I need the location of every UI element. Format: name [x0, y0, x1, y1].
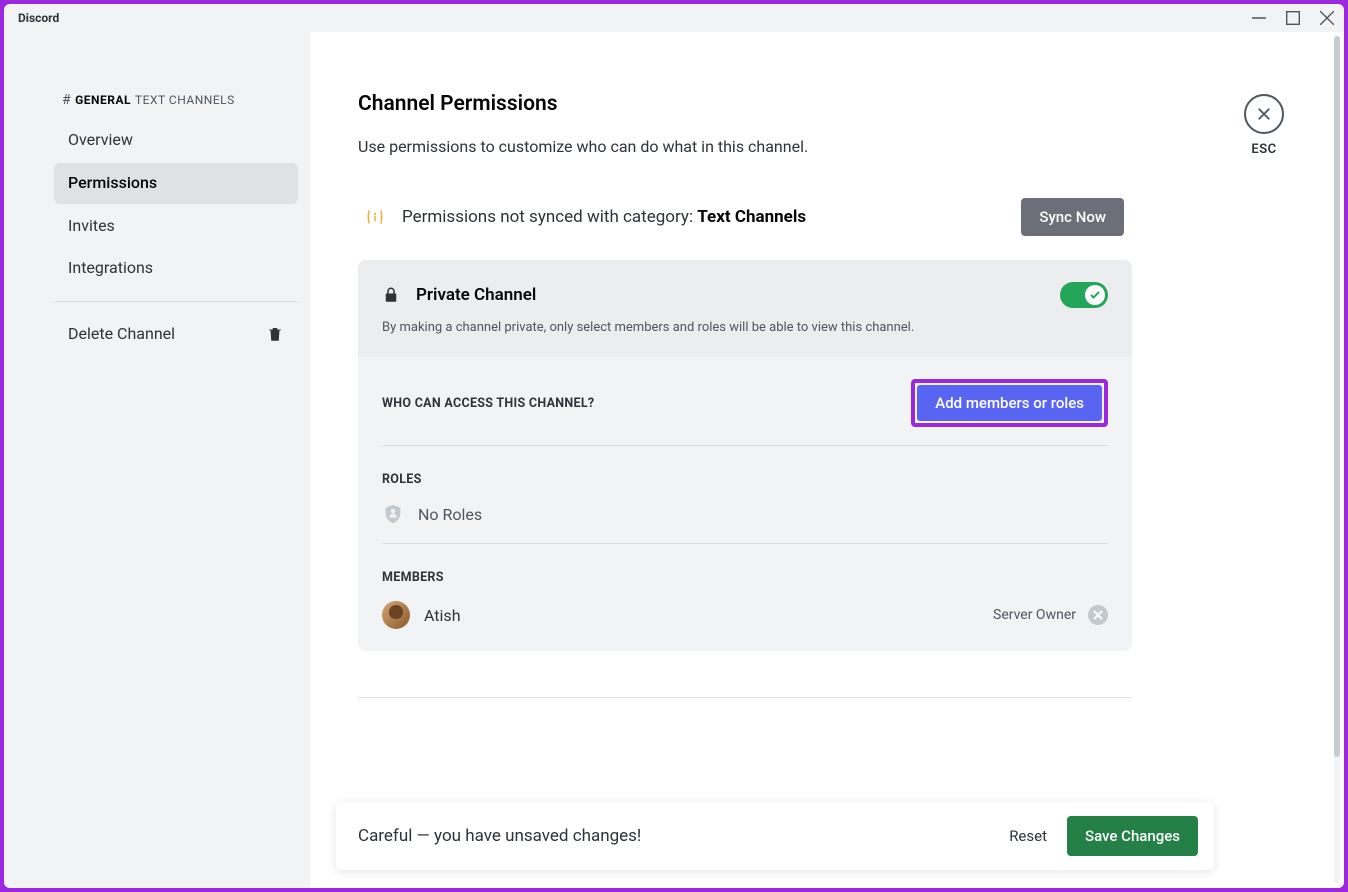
minimize-button[interactable] — [1250, 9, 1268, 27]
footer-divider — [358, 697, 1132, 698]
sidebar-item-overview[interactable]: Overview — [54, 120, 298, 161]
trash-icon — [266, 325, 284, 343]
member-row: Atish Server Owner — [382, 601, 1108, 629]
roles-heading: ROLES — [382, 472, 422, 487]
sync-prefix: Permissions not synced with category: — [402, 207, 697, 227]
content-inner: Channel Permissions Use permissions to c… — [310, 32, 1180, 698]
sidebar-item-invites[interactable]: Invites — [54, 206, 298, 247]
private-channel-title: Private Channel — [416, 285, 536, 305]
unsaved-changes-bar: Careful — you have unsaved changes! Rese… — [336, 802, 1214, 870]
titlebar: Discord — [4, 4, 1344, 32]
sidebar-header: # GENERAL TEXT CHANNELS — [54, 92, 298, 108]
sync-now-button[interactable]: Sync Now — [1021, 198, 1124, 236]
lock-icon — [382, 285, 400, 305]
divider — [382, 445, 1108, 446]
sidebar-item-permissions[interactable]: Permissions — [54, 163, 298, 204]
x-icon — [1093, 610, 1103, 620]
page-subtitle: Use permissions to customize who can do … — [358, 136, 1132, 158]
private-channel-description: By making a channel private, only select… — [382, 320, 1108, 337]
sidebar-item-integrations[interactable]: Integrations — [54, 248, 298, 289]
add-members-or-roles-button[interactable]: Add members or roles — [917, 385, 1102, 421]
page-title: Channel Permissions — [358, 92, 1132, 116]
private-channel-header: Private Channel By making a channel priv… — [358, 260, 1132, 357]
window-controls — [1250, 9, 1336, 27]
card-body: WHO CAN ACCESS THIS CHANNEL? Add members… — [358, 357, 1132, 651]
sync-row: Permissions not synced with category: Te… — [358, 198, 1132, 236]
remove-member-button[interactable] — [1088, 605, 1108, 625]
sidebar-channel-name: GENERAL — [75, 93, 131, 107]
check-icon — [1089, 289, 1101, 301]
body-area: # GENERAL TEXT CHANNELS Overview Permiss… — [4, 32, 1344, 888]
access-heading: WHO CAN ACCESS THIS CHANNEL? — [382, 396, 594, 411]
warning-icon — [366, 208, 384, 226]
maximize-button[interactable] — [1284, 9, 1302, 27]
no-roles-text: No Roles — [418, 505, 482, 524]
private-channel-toggle[interactable] — [1060, 282, 1108, 308]
permissions-card: Private Channel By making a channel priv… — [358, 260, 1132, 651]
window-close-button[interactable] — [1318, 9, 1336, 27]
sidebar: # GENERAL TEXT CHANNELS Overview Permiss… — [4, 32, 310, 888]
close-label: ESC — [1251, 142, 1276, 157]
close-icon — [1244, 94, 1284, 134]
unsaved-warning: Careful — you have unsaved changes! — [358, 826, 641, 846]
sync-text: Permissions not synced with category: Te… — [402, 207, 806, 227]
reset-button[interactable]: Reset — [1009, 827, 1047, 845]
members-heading: MEMBERS — [382, 570, 444, 585]
delete-channel-button[interactable]: Delete Channel — [54, 314, 298, 353]
sidebar-category: TEXT CHANNELS — [135, 93, 235, 107]
member-tag: Server Owner — [993, 607, 1076, 623]
sync-category: Text Channels — [697, 207, 806, 227]
scrollbar[interactable] — [1334, 36, 1340, 884]
save-changes-button[interactable]: Save Changes — [1067, 816, 1198, 856]
content: ESC Channel Permissions Use permissions … — [310, 32, 1344, 888]
add-button-highlight: Add members or roles — [911, 379, 1108, 427]
close-button[interactable]: ESC — [1244, 94, 1284, 157]
app-window: Discord # GENERAL TEXT CHANNELS Overview… — [4, 4, 1344, 888]
member-name: Atish — [424, 606, 461, 625]
titlebar-title: Discord — [12, 11, 59, 25]
sidebar-divider — [54, 301, 298, 302]
divider — [382, 543, 1108, 544]
shield-icon — [382, 503, 404, 525]
no-roles-row: No Roles — [382, 503, 1108, 525]
toggle-handle — [1085, 285, 1105, 305]
delete-channel-label: Delete Channel — [68, 324, 175, 343]
avatar — [382, 601, 410, 629]
hash-icon: # — [62, 92, 71, 108]
scrollbar-thumb[interactable] — [1334, 36, 1340, 757]
